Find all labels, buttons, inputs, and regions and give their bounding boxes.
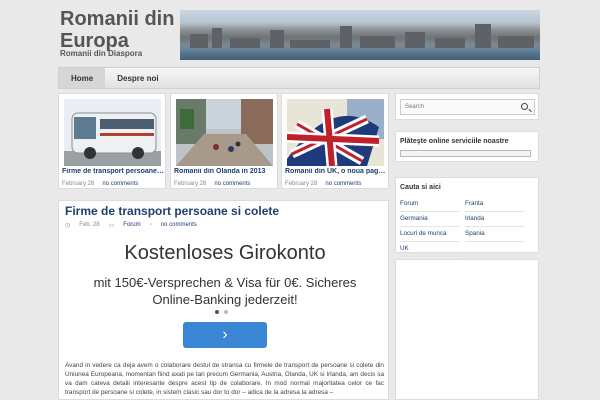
post-date: Feb. 28 (79, 222, 100, 228)
post-category[interactable]: Forum (123, 222, 140, 229)
category-link-spania[interactable]: Spania (465, 227, 525, 242)
post-title[interactable]: Firme de transport persoane si colete (65, 204, 279, 218)
clock-icon: ◷ (65, 223, 71, 229)
featured-comments[interactable]: no comments (325, 181, 361, 187)
main-content: Firme de transport persoane si colete Fe… (58, 93, 389, 400)
featured-date: February 28 (174, 181, 207, 187)
category-link-germania[interactable]: Germania (400, 212, 460, 227)
ad-banner[interactable]: Kostenloses Girokonto mit 150€-Versprech… (75, 234, 375, 354)
ad-headline[interactable]: Kostenloses Girokonto (75, 242, 375, 265)
featured-comments[interactable]: no comments (102, 181, 138, 187)
payment-widget-title: Plăteşte online serviciile noastre (400, 138, 509, 145)
sidebar-ad-area (395, 259, 539, 400)
comment-icon: ▫ (149, 222, 152, 228)
featured-date: February 28 (62, 181, 95, 187)
ad-subtext[interactable]: mit 150€-Versprechen & Visa für 0€. Sich… (85, 274, 365, 308)
featured-title[interactable]: Romanii din Olanda in 2013 (174, 168, 276, 175)
category-link-forum[interactable]: Forum (400, 197, 460, 212)
category-link-franta[interactable]: Franta (465, 197, 525, 212)
featured-title[interactable]: Romanii din UK, o noua pagina (285, 168, 387, 175)
header-banner-image (180, 10, 540, 60)
street-thumbnail[interactable] (176, 99, 273, 166)
category-link-locuri-de-munca[interactable]: Locuri de munca (400, 227, 460, 242)
featured-post-3[interactable]: Romanii din UK, o noua pagina February 2… (281, 93, 389, 189)
search-icon[interactable] (521, 103, 528, 110)
site-tagline: Romanii din Diaspora (60, 49, 143, 58)
category-link-irlanda[interactable]: Irlanda (465, 212, 525, 227)
ad-next-button[interactable]: › (183, 322, 267, 348)
categories-title: Cauta si aici (400, 184, 441, 191)
post-body: Avand in vedere ca deja avem o colaborar… (65, 362, 384, 396)
search-widget: Search (395, 93, 539, 120)
featured-date: February 28 (285, 181, 318, 187)
featured-title[interactable]: Firme de transport persoane si colete (62, 168, 164, 175)
folder-icon: ▭ (108, 223, 115, 229)
nav-despre-noi[interactable]: Despre noi (105, 68, 170, 88)
main-nav: Home Despre noi (58, 67, 540, 89)
category-link-uk[interactable]: UK (400, 242, 460, 257)
nav-home[interactable]: Home (59, 68, 106, 88)
uk-flag-thumbnail[interactable] (287, 99, 384, 166)
post-comments[interactable]: no comments (161, 222, 197, 229)
payment-widget: Plăteşte online serviciile noastre (395, 131, 539, 162)
categories-widget: Cauta si aici Forum Franta Germania Irla… (395, 177, 539, 257)
featured-post-1[interactable]: Firme de transport persoane si colete Fe… (58, 93, 166, 189)
featured-comments[interactable]: no comments (214, 181, 250, 187)
bus-thumbnail[interactable] (64, 99, 161, 166)
payment-field[interactable] (400, 150, 531, 157)
site-title[interactable]: Romanii din Europa (60, 8, 178, 52)
post-article: Firme de transport persoane si colete ◷ … (58, 200, 389, 400)
featured-post-2[interactable]: Romanii din Olanda in 2013 February 28 n… (170, 93, 278, 189)
ad-carousel-dots[interactable] (215, 310, 228, 314)
search-input[interactable]: Search (400, 99, 535, 115)
